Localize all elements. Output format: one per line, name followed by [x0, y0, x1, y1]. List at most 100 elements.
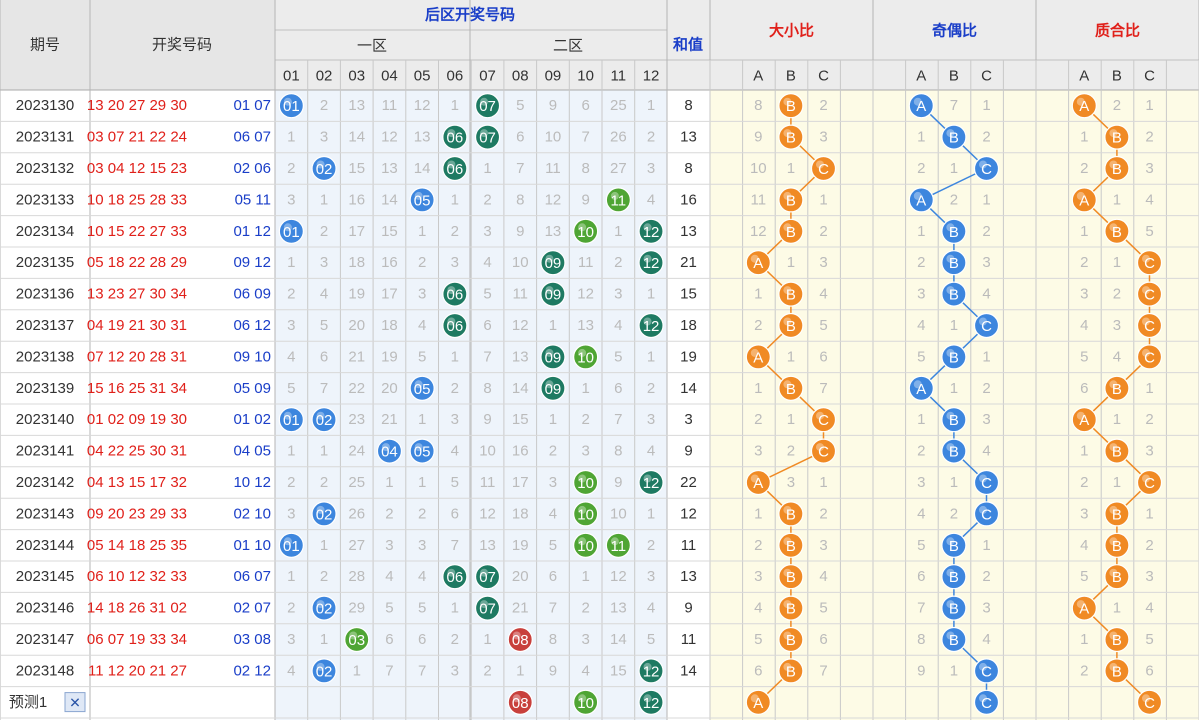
miss-count: 5: [418, 348, 426, 365]
odd-even-ball-label: B: [949, 287, 959, 304]
header-back-number: 06: [447, 68, 464, 85]
prime-ball-label: C: [1144, 349, 1155, 366]
miss-count: 10: [610, 505, 627, 522]
prime-miss: 3: [1145, 568, 1153, 585]
back-ball: 02: [311, 658, 337, 684]
header-back-number: 07: [479, 68, 496, 85]
prime-miss: 5: [1145, 631, 1153, 648]
miss-count: 3: [385, 537, 393, 554]
miss-count: 13: [414, 129, 431, 146]
size-ball-label: B: [786, 601, 796, 618]
header-back-number: 08: [512, 68, 529, 85]
size-miss: 1: [787, 254, 795, 271]
back-ball: 12: [638, 250, 664, 276]
back-ball-label: 12: [643, 475, 660, 492]
miss-count: 12: [545, 191, 562, 208]
miss-count: 23: [348, 411, 365, 428]
miss-count: 6: [516, 129, 524, 146]
odd-even-ball: A: [908, 187, 934, 213]
prime-ball-label: A: [1079, 601, 1089, 618]
miss-count: 12: [479, 505, 496, 522]
miss-count: 1: [483, 160, 491, 177]
size-ball: B: [778, 658, 804, 684]
size-ball-label: A: [753, 475, 763, 492]
odd-even-ball: B: [941, 344, 967, 370]
odd-even-ball-label: C: [981, 475, 992, 492]
miss-count: 19: [348, 286, 365, 303]
odd-even-ball-label: C: [981, 318, 992, 335]
odd-even-miss: 2: [917, 254, 925, 271]
odd-even-ball: B: [941, 532, 967, 558]
prime-ball-label: B: [1112, 444, 1122, 461]
miss-count: 4: [647, 443, 655, 460]
size-miss: 1: [819, 191, 827, 208]
odd-even-ball-label: A: [916, 381, 926, 398]
header-size: 大小比: [769, 22, 814, 40]
miss-count: 2: [287, 286, 295, 303]
miss-count: 3: [451, 662, 459, 679]
miss-count: 5: [320, 317, 328, 334]
sum-cell: 16: [680, 191, 697, 208]
back-ball-label: 12: [643, 663, 660, 680]
miss-count: 5: [516, 97, 524, 114]
odd-even-miss: 2: [982, 568, 990, 585]
odd-even-ball: C: [973, 469, 1000, 496]
back-ball-label: 10: [577, 475, 594, 492]
odd-even-miss: 5: [917, 348, 925, 365]
header-odd-even-col: B: [949, 68, 959, 85]
miss-count: 10: [545, 129, 562, 146]
back-ball-label: 10: [577, 349, 594, 366]
miss-count: 4: [549, 505, 557, 522]
odd-even-miss: 2: [982, 380, 990, 397]
odd-even-miss: 2: [917, 160, 925, 177]
prime-ball: C: [1136, 312, 1163, 339]
size-ball-label: C: [818, 412, 829, 429]
back-numbers: 10 12: [233, 474, 271, 491]
sum-cell: 3: [684, 411, 692, 428]
miss-count: 1: [320, 631, 328, 648]
back-ball-label: 10: [577, 224, 594, 241]
size-ball-label: C: [818, 444, 829, 461]
back-ball-label: 07: [479, 130, 496, 147]
miss-count: 5: [451, 474, 459, 491]
miss-count: 8: [581, 160, 589, 177]
back-ball-label: 08: [512, 632, 529, 649]
prime-ball-label: C: [1144, 695, 1155, 712]
miss-count: 11: [480, 474, 496, 491]
miss-count: 7: [418, 662, 426, 679]
period-cell: 2023131: [16, 129, 74, 146]
prime-miss: 1: [1113, 191, 1121, 208]
miss-count: 1: [418, 411, 426, 428]
back-ball-label: 05: [414, 381, 431, 398]
back-numbers: 01 10: [233, 537, 271, 554]
odd-even-ball-label: C: [981, 695, 992, 712]
odd-even-ball: B: [941, 281, 967, 307]
miss-count: 20: [381, 380, 398, 397]
back-ball-label: 10: [577, 538, 594, 555]
size-ball: A: [745, 469, 771, 496]
miss-count: 4: [287, 662, 295, 679]
header-period: 期号: [30, 37, 60, 54]
back-numbers: 01 02: [233, 411, 271, 428]
size-ball-label: B: [786, 98, 796, 115]
prime-ball-label: B: [1112, 161, 1122, 178]
odd-even-ball: B: [941, 564, 967, 590]
prime-ball-label: B: [1112, 538, 1122, 555]
miss-count: 1: [549, 317, 557, 334]
odd-even-miss: 7: [917, 600, 925, 617]
miss-count: 9: [614, 474, 622, 491]
size-miss: 7: [819, 662, 827, 679]
miss-count: 14: [381, 191, 398, 208]
period-cell: 2023135: [16, 254, 74, 271]
miss-count: 1: [320, 191, 328, 208]
miss-count: 20: [512, 568, 529, 585]
size-ball: B: [778, 595, 804, 621]
back-ball-label: 12: [643, 695, 660, 712]
front-numbers: 07 12 20 28 31: [87, 348, 187, 365]
sum-cell: 12: [680, 505, 697, 522]
front-numbers: 13 20 27 29 30: [87, 97, 187, 114]
miss-count: 2: [418, 505, 426, 522]
size-miss: 5: [819, 317, 827, 334]
back-ball-label: 02: [316, 601, 333, 618]
miss-count: 16: [381, 254, 398, 271]
